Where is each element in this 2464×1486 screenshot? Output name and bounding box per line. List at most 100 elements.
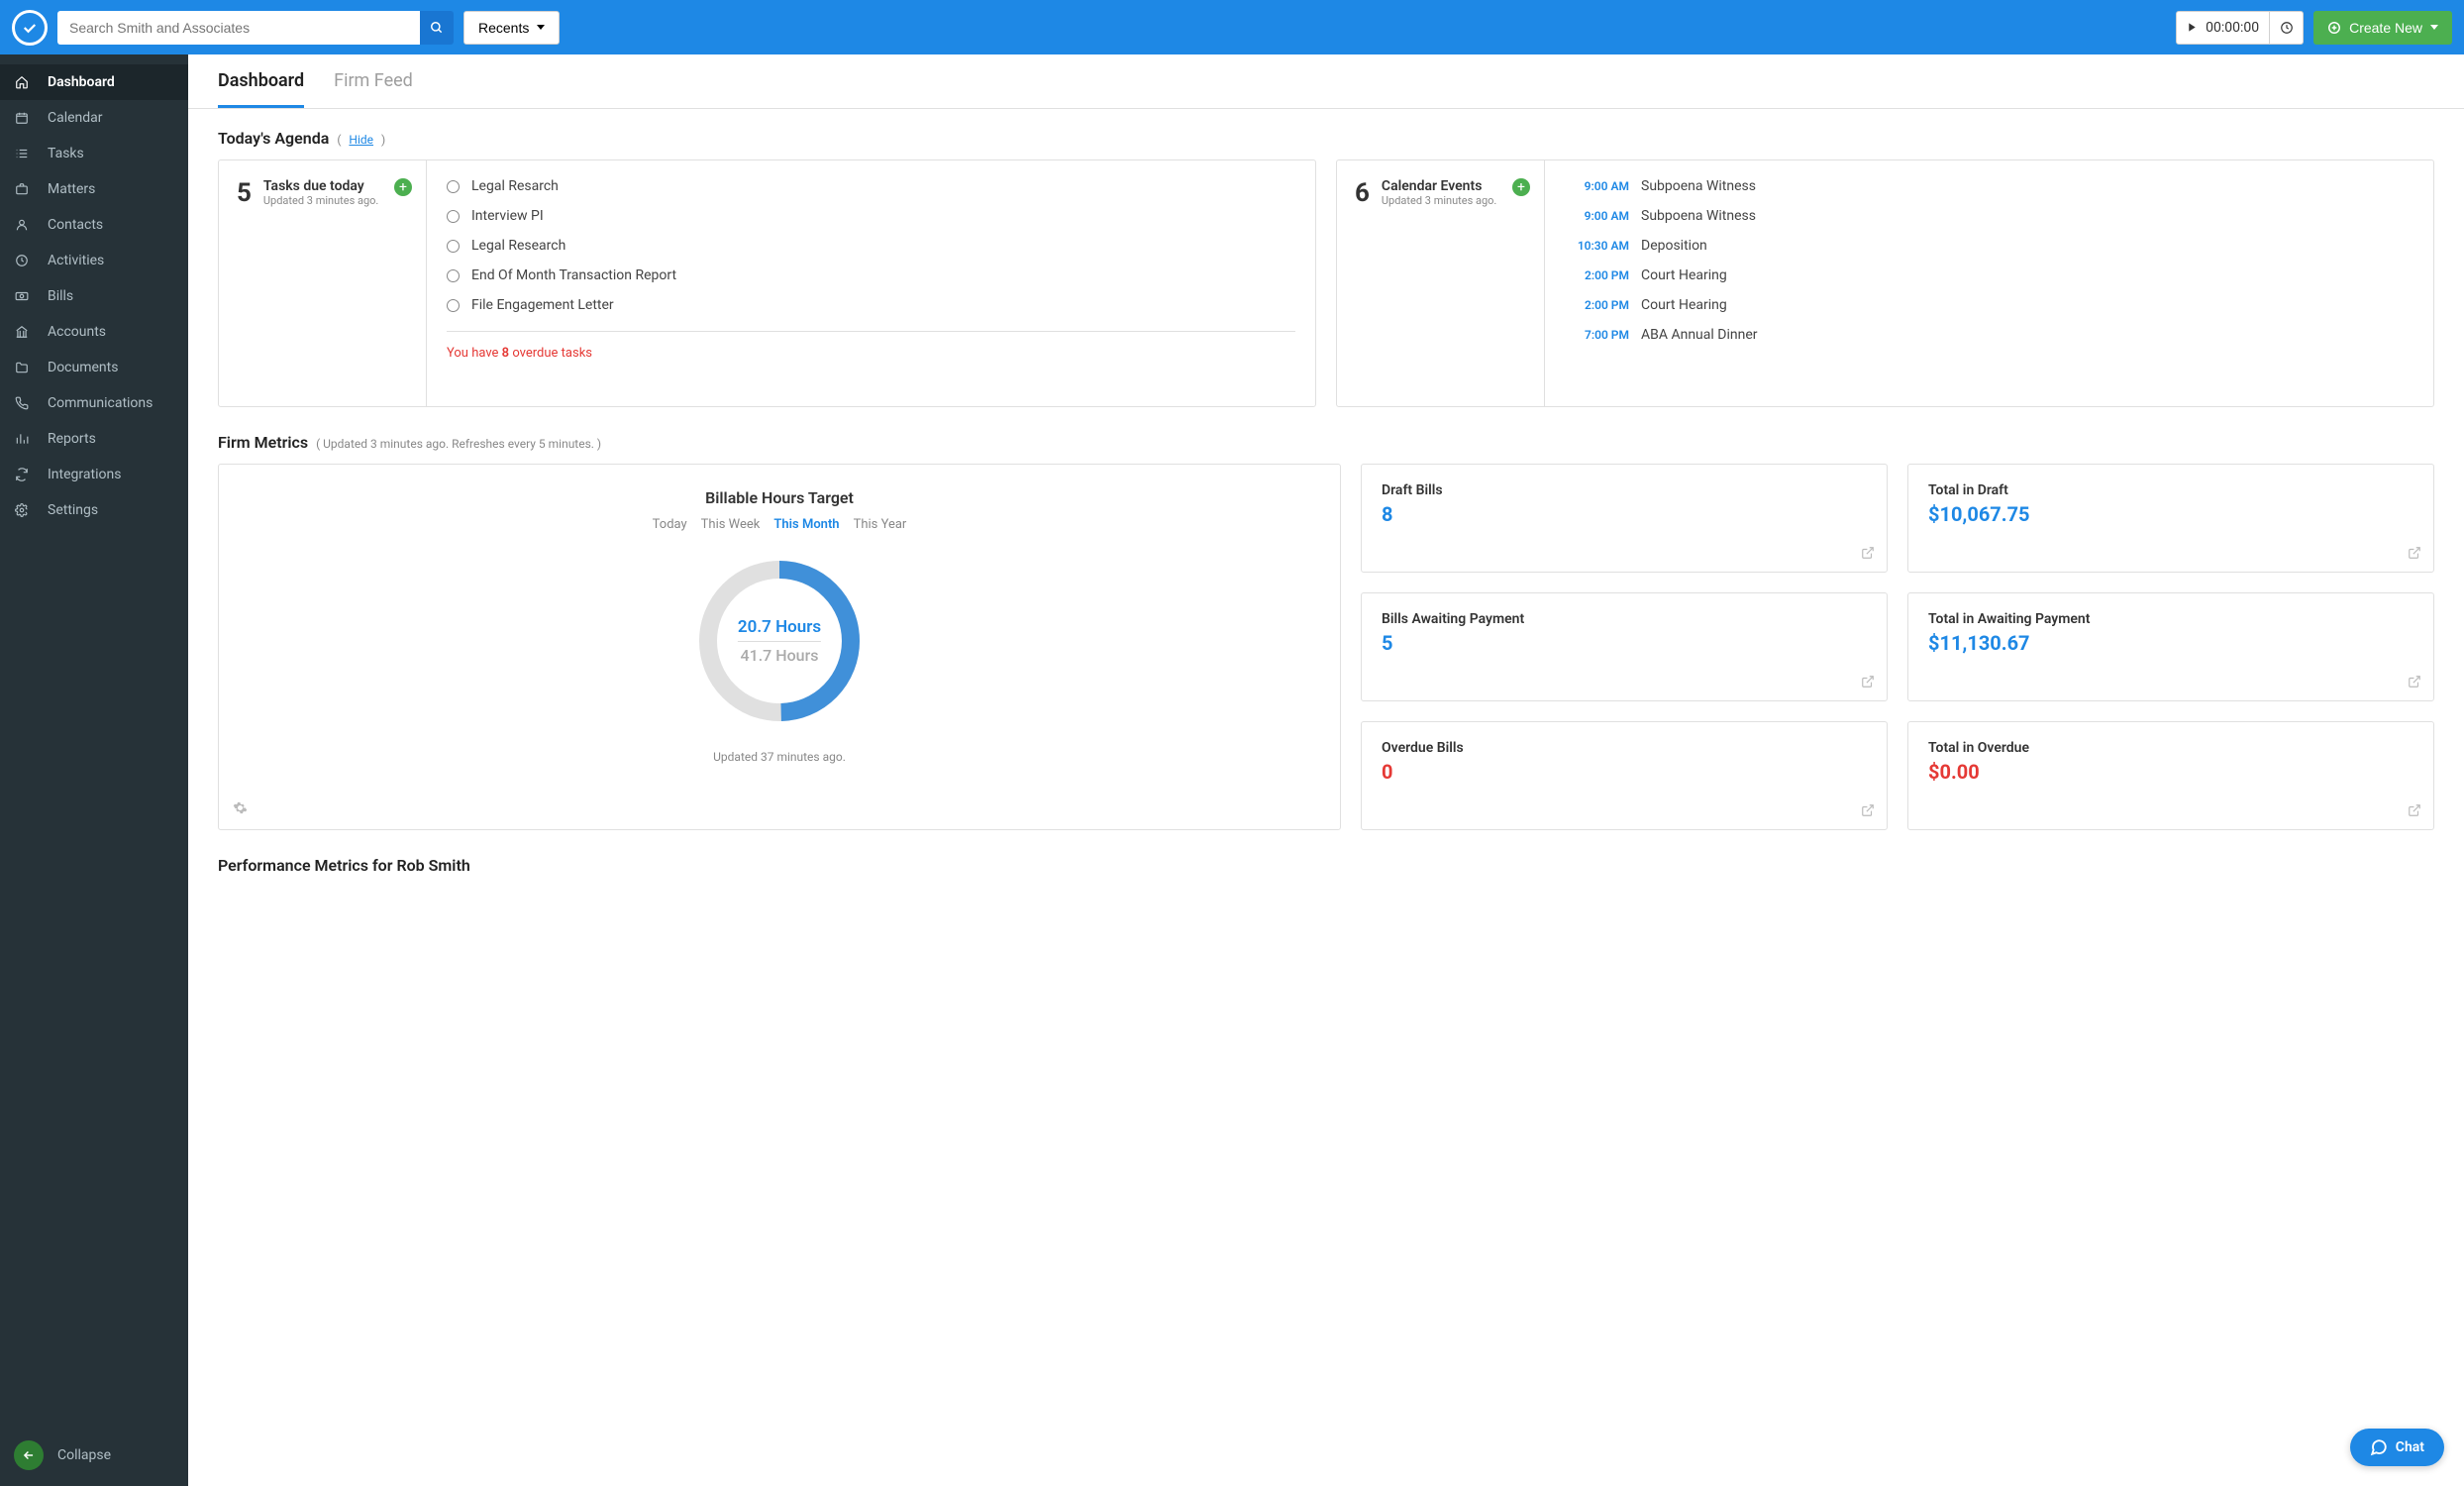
main-content: Dashboard Firm Feed Today's Agenda ( Hid… xyxy=(188,54,2464,1486)
top-header: Recents 00:00:00 Create New xyxy=(0,0,2464,54)
metric-card[interactable]: Draft Bills8 xyxy=(1361,464,1888,573)
radio-icon[interactable] xyxy=(447,269,460,282)
add-event-button[interactable]: + xyxy=(1512,178,1530,196)
event-time: 2:00 PM xyxy=(1565,268,1629,282)
event-time: 9:00 AM xyxy=(1565,209,1629,223)
chevron-down-icon xyxy=(537,25,545,30)
collapse-sidebar[interactable]: Collapse xyxy=(0,1425,188,1486)
chat-label: Chat xyxy=(2396,1439,2424,1455)
billable-hours-title: Billable Hours Target xyxy=(705,488,854,507)
agenda-section-title: Today's Agenda ( Hide ) xyxy=(218,129,2434,148)
timer-display[interactable]: 00:00:00 xyxy=(2176,11,2270,45)
event-time: 10:30 AM xyxy=(1565,239,1629,253)
chart-icon xyxy=(14,432,30,446)
arrow-left-icon xyxy=(22,1448,36,1462)
period-week[interactable]: This Week xyxy=(701,517,761,532)
user-icon xyxy=(14,218,30,232)
event-item[interactable]: 7:00 PMABA Annual Dinner xyxy=(1565,327,2413,343)
task-item[interactable]: File Engagement Letter xyxy=(447,297,1295,313)
gear-icon[interactable] xyxy=(233,800,248,815)
task-item[interactable]: Legal Research xyxy=(447,238,1295,254)
sidebar-item-communications[interactable]: Communications xyxy=(0,385,188,421)
create-new-button[interactable]: Create New xyxy=(2313,11,2452,45)
event-item[interactable]: 9:00 AMSubpoena Witness xyxy=(1565,178,2413,194)
external-link-icon xyxy=(1861,546,1875,560)
chevron-down-icon xyxy=(2430,25,2438,30)
chat-button[interactable]: Chat xyxy=(2350,1429,2444,1466)
event-item[interactable]: 10:30 AMDeposition xyxy=(1565,238,2413,254)
overdue-tasks-message[interactable]: You have 8 overdue tasks xyxy=(447,346,1295,361)
play-icon xyxy=(2187,22,2198,33)
timer-clock-button[interactable] xyxy=(2270,11,2304,45)
sidebar-item-dashboard[interactable]: Dashboard xyxy=(0,64,188,100)
period-year[interactable]: This Year xyxy=(854,517,907,532)
billable-hours-card: Billable Hours Target Today This Week Th… xyxy=(218,464,1341,830)
event-name: Court Hearing xyxy=(1641,297,1727,313)
events-title: Calendar Events xyxy=(1382,178,1496,194)
search-button[interactable] xyxy=(420,11,454,45)
radio-icon[interactable] xyxy=(447,180,460,193)
metric-value: 5 xyxy=(1382,631,1867,655)
sidebar-item-label: Communications xyxy=(48,395,153,411)
collapse-icon-wrap xyxy=(14,1440,44,1470)
task-item[interactable]: Legal Resarch xyxy=(447,178,1295,194)
chat-icon xyxy=(2370,1438,2388,1456)
sidebar-item-label: Dashboard xyxy=(48,74,115,90)
period-month[interactable]: This Month xyxy=(773,517,839,532)
metric-label: Bills Awaiting Payment xyxy=(1382,611,1867,627)
firm-metrics-title: Firm Metrics ( Updated 3 minutes ago. Re… xyxy=(218,433,2434,452)
sidebar-item-tasks[interactable]: Tasks xyxy=(0,136,188,171)
phone-icon xyxy=(14,396,30,410)
metric-card[interactable]: Total in Awaiting Payment $11,130.67 xyxy=(1907,592,2434,701)
sidebar-item-calendar[interactable]: Calendar xyxy=(0,100,188,136)
add-task-button[interactable]: + xyxy=(394,178,412,196)
tab-firm-feed[interactable]: Firm Feed xyxy=(334,70,413,108)
calendar-icon xyxy=(14,111,30,125)
sidebar-item-bills[interactable]: Bills xyxy=(0,278,188,314)
sidebar-item-reports[interactable]: Reports xyxy=(0,421,188,457)
metric-value: $11,130.67 xyxy=(1928,631,2413,655)
sidebar-item-integrations[interactable]: Integrations xyxy=(0,457,188,492)
metric-card[interactable]: Bills Awaiting Payment 5 xyxy=(1361,592,1888,701)
event-item[interactable]: 2:00 PMCourt Hearing xyxy=(1565,267,2413,283)
sidebar-item-label: Settings xyxy=(48,502,98,518)
events-updated: Updated 3 minutes ago. xyxy=(1382,194,1496,207)
metric-label: Total in Awaiting Payment xyxy=(1928,611,2413,627)
tasks-title: Tasks due today xyxy=(263,178,378,194)
sidebar-item-label: Integrations xyxy=(48,467,121,482)
sidebar-item-accounts[interactable]: Accounts xyxy=(0,314,188,350)
task-item[interactable]: Interview PI xyxy=(447,208,1295,224)
timer-value: 00:00:00 xyxy=(2206,20,2259,36)
sidebar-item-settings[interactable]: Settings xyxy=(0,492,188,528)
sidebar-item-label: Tasks xyxy=(48,146,84,161)
task-name: End Of Month Transaction Report xyxy=(471,267,676,283)
metric-card[interactable]: Total in Overdue$0.00 xyxy=(1907,721,2434,830)
event-time: 2:00 PM xyxy=(1565,298,1629,312)
event-time: 7:00 PM xyxy=(1565,328,1629,342)
event-name: Subpoena Witness xyxy=(1641,208,1756,224)
search-input[interactable] xyxy=(57,11,420,45)
radio-icon[interactable] xyxy=(447,210,460,223)
tab-dashboard[interactable]: Dashboard xyxy=(218,70,304,108)
task-item[interactable]: End Of Month Transaction Report xyxy=(447,267,1295,283)
event-item[interactable]: 9:00 AM Subpoena Witness xyxy=(1565,208,2413,224)
events-count: 6 xyxy=(1355,178,1370,388)
briefcase-icon xyxy=(14,182,30,196)
metric-label: Draft Bills xyxy=(1382,482,1867,498)
external-link-icon xyxy=(2408,803,2421,817)
search-icon xyxy=(430,21,444,35)
recents-dropdown[interactable]: Recents xyxy=(463,11,560,45)
sidebar-item-activities[interactable]: Activities xyxy=(0,243,188,278)
radio-icon[interactable] xyxy=(447,299,460,312)
metric-card[interactable]: Total in Draft$10,067.75 xyxy=(1907,464,2434,573)
metric-value: $0.00 xyxy=(1928,760,2413,784)
metric-card[interactable]: Overdue Bills0 xyxy=(1361,721,1888,830)
event-item[interactable]: 2:00 PM Court Hearing xyxy=(1565,297,2413,313)
period-today[interactable]: Today xyxy=(653,517,687,532)
radio-icon[interactable] xyxy=(447,240,460,253)
sidebar-item-contacts[interactable]: Contacts xyxy=(0,207,188,243)
sidebar-item-documents[interactable]: Documents xyxy=(0,350,188,385)
hide-agenda-link[interactable]: Hide xyxy=(349,133,373,147)
sidebar-item-matters[interactable]: Matters xyxy=(0,171,188,207)
plus-circle-icon xyxy=(2327,21,2341,35)
